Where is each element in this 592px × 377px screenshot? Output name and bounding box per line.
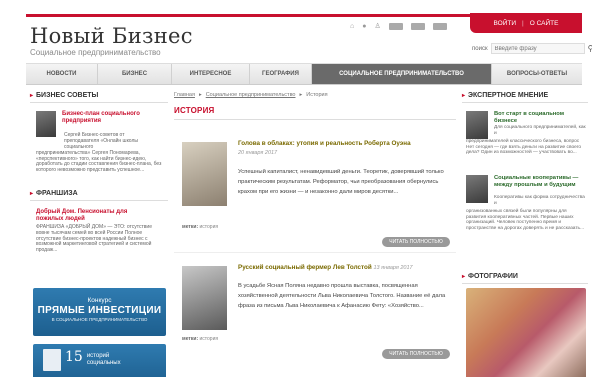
logo-title: Новый Бизнес <box>30 24 193 48</box>
home-icon[interactable]: ⌂ <box>350 23 354 30</box>
article-excerpt: В усадьбе Ясная Поляна недавно прошла вы… <box>238 283 446 309</box>
tags-label: метки: <box>182 336 199 342</box>
franchise-heading-label: ФРАНШИЗА <box>36 190 78 197</box>
page-title: ИСТОРИЯ <box>174 106 456 120</box>
right-sidebar: ▸ ЭКСПЕРТНОЕ МНЕНИЕ Вот старт в социальн… <box>462 92 588 377</box>
article-date: 20 января 2017 <box>238 150 278 156</box>
breadcrumb-home[interactable]: Главная <box>174 92 195 98</box>
stories-count: 15 <box>65 349 83 365</box>
expert-card: Вот старт в социальном бизнесе Для социа… <box>462 109 588 167</box>
site-logo[interactable]: Новый Бизнес Социальное предпринимательс… <box>30 24 193 58</box>
franchise-heading: ▸ ФРАНШИЗА <box>30 190 168 201</box>
franchise-title[interactable]: Добрый Дом. Пенсионаты для пожилых людей <box>30 209 155 223</box>
business-advice-heading-label: БИЗНЕС СОВЕТЫ <box>36 92 99 99</box>
article-tags: метки: история <box>182 224 218 230</box>
login-link[interactable]: ВОЙТИ <box>494 20 517 27</box>
read-more-button[interactable]: ЧИТАТЬ ПОЛНОСТЬЮ <box>382 237 450 247</box>
promo-line-2: ПРЯМЫЕ ИНВЕСТИЦИИ <box>37 305 162 316</box>
main-nav: НОВОСТИ БИЗНЕС ИНТЕРЕСНОЕ ГЕОГРАФИЯ СОЦИ… <box>26 63 582 85</box>
read-more-button[interactable]: ЧИТАТЬ ПОЛНОСТЬЮ <box>382 349 450 359</box>
about-link[interactable]: О САЙТЕ <box>530 20 559 27</box>
triangle-icon: ▸ <box>462 274 466 280</box>
user-icon[interactable]: ♙ <box>374 22 380 30</box>
photos-heading: ▸ ФОТОГРАФИИ <box>462 273 588 284</box>
expert-text-a: Кооперативы как форма сотрудничества и <box>494 195 585 206</box>
expert-title[interactable]: Вот старт в социальном бизнесе <box>494 111 586 124</box>
stories-line-1: историй <box>86 353 110 359</box>
expert-title[interactable]: Социальные кооперативы — между прошлым и… <box>494 175 586 188</box>
article-excerpt: Успешный капиталист, ненавидевший деньги… <box>238 169 444 195</box>
search-icon[interactable]: ⚲ <box>588 44 592 53</box>
auth-bar: ВОЙТИ | О САЙТЕ <box>470 13 582 33</box>
advice-title[interactable]: Бизнес-план социального предприятия <box>62 111 166 125</box>
search-label: поиск <box>472 45 488 52</box>
stories-line-2: социальных <box>86 359 121 366</box>
article-photo[interactable] <box>182 142 227 206</box>
featured-photo[interactable] <box>466 288 586 377</box>
auth-separator: | <box>522 19 524 27</box>
article-title[interactable]: Русский социальный фермер Лев Толстой 13… <box>238 264 454 272</box>
header-icons: ⌂ ● ♙ <box>350 22 447 30</box>
nav-item-business[interactable]: БИЗНЕС <box>98 64 172 84</box>
article-date: 13 января 2017 <box>373 265 413 271</box>
promo-line-1: Конкурс <box>87 297 112 304</box>
search-box: поиск ⚲ <box>472 43 592 54</box>
triangle-icon: ▸ <box>30 191 34 197</box>
breadcrumb: Главная ▸ Социальное предпринимательство… <box>174 92 456 98</box>
circle-icon[interactable]: ● <box>362 23 366 30</box>
advice-text: Сергей Бизнес-советов от преподавателя «… <box>36 132 164 174</box>
breadcrumb-section[interactable]: Социальное предпринимательство <box>206 92 296 98</box>
breadcrumb-separator: ▸ <box>198 92 202 98</box>
article-photo[interactable] <box>182 266 227 330</box>
tag-link[interactable]: история <box>200 336 219 342</box>
nav-item-geography[interactable]: ГЕОГРАФИЯ <box>250 64 312 84</box>
nav-item-social-entrepreneurship[interactable]: СОЦИАЛЬНОЕ ПРЕДПРИНИМАТЕЛЬСТВО <box>312 64 492 84</box>
expert-opinion-heading: ▸ ЭКСПЕРТНОЕ МНЕНИЕ <box>462 92 588 103</box>
main-content: Главная ▸ Социальное предпринимательство… <box>174 92 456 359</box>
nav-item-faq[interactable]: ВОПРОСЫ-ОТВЕТЫ <box>492 64 582 84</box>
advice-card: Бизнес-план социального предприятия Серг… <box>30 111 168 186</box>
business-advice-heading: ▸ БИЗНЕС СОВЕТЫ <box>30 92 168 103</box>
expert-text-b: организованных связей были популярны для… <box>466 209 585 231</box>
social-badge-icon-3[interactable] <box>432 22 447 30</box>
tag-link[interactable]: история <box>200 224 219 230</box>
investment-contest-banner[interactable]: Конкурс ПРЯМЫЕ ИНВЕСТИЦИИ В СОЦИАЛЬНОЕ П… <box>33 288 166 336</box>
expert-opinion-heading-label: ЭКСПЕРТНОЕ МНЕНИЕ <box>468 92 549 99</box>
expert-photo[interactable] <box>466 175 488 203</box>
advice-text-line-3: предпринимательства» Сергея Пономарева, … <box>36 149 162 174</box>
stories-text: историй социальных <box>87 353 121 366</box>
expert-text-b: предпринимателей классического бизнеса, … <box>466 139 582 156</box>
article-title[interactable]: Голова в облаках: утопия и реальность Ро… <box>238 140 454 148</box>
left-sidebar: ▸ БИЗНЕС СОВЕТЫ Бизнес-план социального … <box>30 92 168 254</box>
expert-card: Социальные кооперативы — между прошлым и… <box>462 173 588 243</box>
tags-label: метки: <box>182 224 199 230</box>
breadcrumb-current: История <box>306 92 328 98</box>
article-divider <box>174 252 456 253</box>
book-icon <box>43 349 61 371</box>
nav-item-news[interactable]: НОВОСТИ <box>26 64 98 84</box>
social-badge-icon-2[interactable] <box>410 22 425 30</box>
expert-text-a: Для социального предпринимателей, как и <box>494 125 586 136</box>
promo-line-3: В СОЦИАЛЬНОЕ ПРЕДПРИНИМАТЕЛЬСТВО <box>51 317 148 322</box>
nav-item-interesting[interactable]: ИНТЕРЕСНОЕ <box>172 64 250 84</box>
article-tags: метки: история <box>182 336 218 342</box>
franchise-text: ФРАНШИЗА «ДОБРЫЙ ДОМ» — ЭТО: отсутствие … <box>36 223 152 254</box>
triangle-icon: ▸ <box>462 93 466 99</box>
photos-heading-label: ФОТОГРАФИИ <box>468 273 518 280</box>
social-badge-icon[interactable] <box>388 22 403 30</box>
triangle-icon: ▸ <box>30 93 34 99</box>
article-title-text[interactable]: Русский социальный фермер Лев Толстой <box>238 264 372 271</box>
stories-banner[interactable]: 15 историй социальных <box>33 344 166 377</box>
logo-subtitle: Социальное предпринимательство <box>30 48 161 57</box>
breadcrumb-separator: ▸ <box>299 92 303 98</box>
article-title-text[interactable]: Голова в облаках: утопия и реальность Ро… <box>238 140 411 147</box>
expert-photo[interactable] <box>466 111 488 139</box>
search-input[interactable] <box>490 43 585 54</box>
